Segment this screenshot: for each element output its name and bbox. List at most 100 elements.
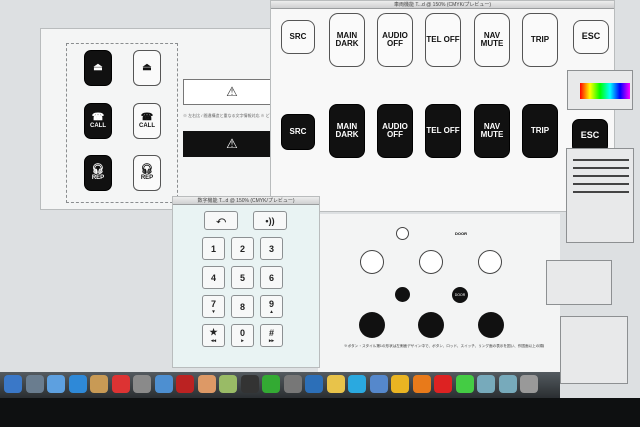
audio-off-button-white[interactable]: AUDIO OFF (377, 13, 413, 67)
hazard-icon: ⚠ (226, 136, 238, 151)
key-6[interactable]: 6 (260, 266, 283, 289)
key-number: 7 (210, 298, 216, 309)
volume-icon: •)) (265, 215, 275, 226)
src-button-black[interactable]: SRC (281, 114, 315, 150)
call-button-black[interactable]: ☎ CALL (84, 103, 112, 139)
trip-button-white[interactable]: TRIP (522, 13, 558, 67)
volume-key[interactable]: •)) (253, 211, 287, 230)
window-title-bar[interactable]: 車両機能 T...d @ 150% (CMYK/プレビュー) (271, 1, 614, 9)
ical-icon[interactable] (111, 375, 130, 393)
key-4[interactable]: 4 (202, 266, 225, 289)
black-circle-button-mid[interactable] (418, 312, 444, 338)
hazard-bar-black[interactable]: ⚠ (183, 131, 281, 157)
trip-button-black[interactable]: TRIP (522, 104, 558, 158)
small-circle-button[interactable] (396, 227, 409, 240)
circle-button-left[interactable] (360, 250, 384, 274)
rep-button-white[interactable]: 🎧︎ REP (133, 155, 161, 191)
eject-icon: ⏏ (93, 61, 103, 73)
itunes-icon[interactable] (154, 375, 173, 393)
black-circle-button-right[interactable] (478, 312, 504, 338)
photo-booth-icon[interactable] (176, 375, 194, 393)
call-icon: ☎ (140, 111, 154, 123)
illustrator-icon[interactable] (412, 375, 431, 393)
footnote-text: ※ボタン・スタイル第1の形状は左側面デザイン中で、ボタン、ロッド、スイッチ、リン… (344, 344, 544, 348)
key-3[interactable]: 3 (260, 237, 283, 260)
key-9[interactable]: 9 ▴ (260, 295, 283, 318)
tel-off-button-white[interactable]: TEL OFF (425, 13, 461, 67)
preview-icon[interactable] (133, 375, 151, 393)
key-number: 1 (210, 243, 216, 254)
folder-icon[interactable] (477, 375, 495, 393)
color-gradient[interactable] (580, 83, 630, 99)
eject-button-white[interactable]: ⏏ (133, 50, 161, 86)
key-10[interactable]: ★ ◂◂ (202, 324, 225, 347)
audio-off-button-black[interactable]: AUDIO OFF (377, 104, 413, 158)
key-5[interactable]: 5 (231, 266, 254, 289)
small-label: DOOR (455, 231, 467, 236)
key-number: 4 (210, 272, 216, 283)
eject-button-black[interactable]: ⏏ (84, 50, 112, 86)
key-8[interactable]: 8 (231, 295, 254, 318)
folder-icon[interactable] (498, 375, 517, 393)
key-number: 0 (239, 327, 245, 338)
key-sub: ▸ (241, 337, 244, 344)
nav-mute-button-white[interactable]: NAV MUTE (474, 13, 510, 67)
quicktime-icon[interactable] (305, 375, 323, 393)
main-dark-button-black[interactable]: MAIN DARK (329, 104, 365, 158)
key-number: # (268, 327, 274, 338)
garageband-icon[interactable] (197, 375, 216, 393)
finder-icon[interactable] (4, 375, 22, 393)
key-number: 9 (268, 298, 274, 309)
black-circle-button-left[interactable] (359, 312, 385, 338)
pen-icon[interactable] (326, 375, 345, 393)
hook-key[interactable]: ⤺ (204, 211, 238, 230)
sync-icon[interactable] (455, 375, 474, 393)
key-11[interactable]: 0 ▸ (231, 324, 254, 347)
key-sub: ◂◂ (210, 338, 217, 344)
key-12[interactable]: # ▸▸ (260, 324, 283, 347)
rep-button-black[interactable]: 🎧︎ REP (84, 155, 112, 191)
door-black-circle-button[interactable]: DOOR (452, 287, 468, 303)
skype-icon[interactable] (348, 375, 366, 393)
mail-icon[interactable] (47, 375, 65, 393)
circle-button-right[interactable] (478, 250, 502, 274)
iphoto-icon[interactable] (219, 375, 237, 393)
key-1[interactable]: 1 (202, 237, 225, 260)
dashboard-icon[interactable] (25, 375, 44, 393)
lower-canvas: DOOR DOOR ※ボタン・スタイル第1の形状は左側面デザイン中で、ボタン、ロ… (318, 214, 560, 374)
keypad-title-bar[interactable]: 数字機能 T...d @ 150% (CMYK/プレビュー) (173, 197, 319, 205)
small-black-circle-button[interactable] (395, 287, 410, 302)
flash-icon[interactable] (434, 375, 452, 393)
yammer-icon[interactable] (391, 375, 409, 393)
stroke-palette[interactable] (566, 148, 634, 243)
hazard-bar-white[interactable]: ⚠ (183, 79, 281, 105)
address-book-icon[interactable] (90, 375, 108, 393)
call-button-white[interactable]: ☎ CALL (133, 103, 161, 139)
key-7[interactable]: 7 ▾ (202, 295, 225, 318)
icon-button-frame (66, 43, 178, 203)
twitter-icon[interactable] (369, 375, 388, 393)
desktop-bottom (0, 398, 640, 427)
time-machine-icon[interactable] (262, 375, 280, 393)
esc-button-white[interactable]: ESC (573, 20, 609, 54)
circle-button-mid[interactable] (419, 250, 443, 274)
nav-mute-button-black[interactable]: NAV MUTE (474, 104, 510, 158)
system-preferences-icon[interactable] (283, 375, 302, 393)
src-button-white[interactable]: SRC (281, 20, 315, 54)
tel-off-button-black[interactable]: TEL OFF (425, 104, 461, 158)
key-sub: ▴ (270, 308, 273, 315)
key-2[interactable]: 2 (231, 237, 254, 260)
color-palette[interactable] (567, 70, 633, 110)
trash-icon[interactable] (520, 375, 538, 393)
dvd-icon[interactable] (240, 375, 259, 393)
key-number: 5 (239, 272, 245, 283)
back-document-window: ⏏ ☎ CALL 🎧︎ REP ⏏ ☎ CALL 🎧︎ REP ⚠ ※ 左右比 … (40, 28, 281, 210)
key-number: 2 (239, 243, 245, 254)
main-function-window: 車両機能 T...d @ 150% (CMYK/プレビュー) SRC MAIN … (270, 0, 615, 212)
layers-palette[interactable] (560, 316, 628, 384)
safari-icon[interactable] (68, 375, 87, 393)
hook-icon: ⤺ (216, 215, 226, 225)
main-dark-button-white[interactable]: MAIN DARK (329, 13, 365, 67)
swatches-palette[interactable] (546, 260, 612, 305)
line-swatches (573, 159, 629, 199)
